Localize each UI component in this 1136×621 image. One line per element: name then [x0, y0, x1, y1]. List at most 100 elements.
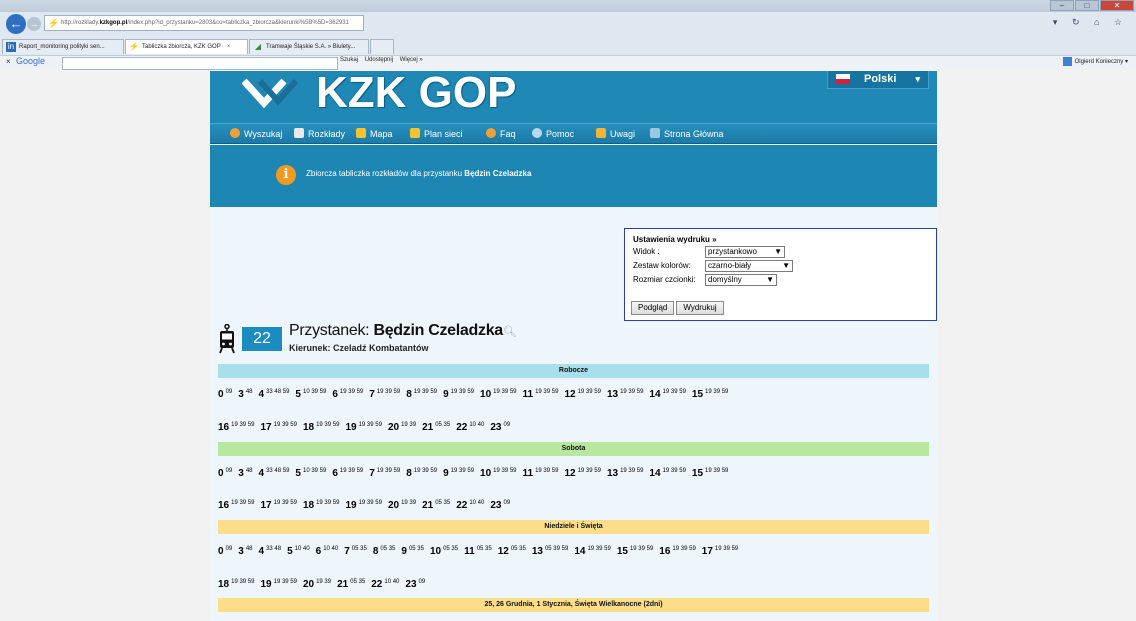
departure-hour: 21 05 35 — [337, 579, 366, 590]
departure-minutes: 19 39 59 — [231, 422, 255, 428]
colors-value: czarno-biały — [708, 261, 752, 270]
colors-select[interactable]: czarno-biały ▼ — [705, 260, 793, 272]
faq-icon — [486, 128, 496, 138]
menu-item-uwagi[interactable]: Uwagi — [596, 128, 635, 139]
info-banner: i Zbiorcza tabliczka rozkładów dla przys… — [210, 145, 937, 207]
departure-hour: 13 19 39 59 — [606, 468, 644, 479]
departure-hour: 6 10 40 — [315, 546, 339, 557]
section-header-sobota: Sobota — [218, 442, 929, 456]
departure-hour: 6 19 39 59 — [332, 468, 364, 479]
departure-minutes: 10 40 — [384, 579, 400, 585]
more-button[interactable]: Więcej » — [400, 57, 423, 63]
departure-minutes: 05 35 — [350, 579, 366, 585]
language-select[interactable]: Polski ▾ — [827, 71, 929, 89]
departure-hour: 19 19 39 59 — [260, 579, 297, 590]
departure-hour: 17 19 39 59 — [701, 546, 739, 557]
departure-minutes: 19 39 59 — [535, 468, 559, 474]
user-account[interactable]: Olgierd Konieczny ▾ — [1062, 57, 1128, 66]
google-search-input[interactable] — [62, 57, 338, 70]
departure-minutes: 19 39 59 — [577, 468, 601, 474]
departure-minutes: 48 — [245, 546, 253, 552]
magnifier-icon[interactable]: 🔍︎ — [503, 326, 517, 338]
departure-minutes: 19 39 59 — [316, 500, 340, 506]
departure-minutes: 05 35 — [435, 500, 451, 506]
font-size-label: Rozmiar czcionki: — [633, 275, 696, 284]
menu-item-faq[interactable]: Faq — [486, 128, 516, 139]
browser-right-icons[interactable]: ▾ ↻ ⌂ ☆ — [1053, 17, 1128, 28]
departure-minutes: 19 39 59 — [587, 546, 611, 552]
address-bar[interactable]: ⚡ http://rozklady.kzkgop.pl/index.php?id… — [44, 15, 364, 31]
print-settings-title[interactable]: Ustawienia wydruku » — [633, 235, 928, 244]
departure-hour: 22 10 40 — [371, 579, 400, 590]
departure-hour: 20 19 39 — [302, 579, 332, 590]
print-button[interactable]: Wydrukuj — [676, 301, 724, 315]
url-path: /index.php?id_przystanku=2803&co=tablicz… — [127, 20, 349, 26]
departure-minutes: 19 39 59 — [316, 422, 340, 428]
departure-hour: 4 33 48 59 — [258, 468, 290, 479]
polish-flag-icon — [836, 74, 850, 84]
stop-direction: Kierunek: Czeladź Kombatantów — [289, 343, 429, 353]
browser-chrome: – □ ✕ ← → ⚡ http://rozklady.kzkgop.pl/in… — [0, 0, 1136, 70]
tab-tramwaje[interactable]: ◢ Tramwaje Śląskie S.A. » Biulety... — [249, 39, 369, 54]
network-plan-icon — [410, 128, 420, 138]
minimize-icon[interactable]: – — [1050, 0, 1074, 11]
menu-item-rozklady[interactable]: Rozkłady — [294, 128, 345, 139]
departure-minutes: 19 39 59 — [339, 468, 364, 474]
departure-minutes: 09 — [503, 500, 511, 506]
departure-hour: 14 19 39 59 — [649, 389, 686, 400]
departure-hour: 13 19 39 59 — [606, 389, 644, 400]
search-button[interactable]: Szukaj — [340, 57, 358, 63]
departure-minutes: 19 39 — [401, 422, 417, 428]
timetable-row: 16 19 39 59 17 19 39 59 18 19 39 59 19 19 39 59… — [218, 417, 929, 433]
departure-hour: 0 09 — [218, 389, 233, 400]
chevron-down-icon: ▾ — [915, 74, 920, 84]
menu-item-strona-glowna[interactable]: Strona Główna — [650, 128, 724, 139]
share-button[interactable]: Udostępnij — [365, 57, 393, 63]
user-name: Olgierd Konieczny — [1074, 59, 1124, 66]
user-avatar-icon — [1062, 57, 1072, 66]
departure-hour: 4 33 48 59 — [258, 389, 290, 400]
departure-minutes: 19 39 59 — [714, 546, 739, 552]
departure-hour: 5 10 39 59 — [295, 468, 327, 479]
tab-tabliczka[interactable]: ⚡ Tabliczka zbiorcza, KZK GOP × — [125, 39, 248, 54]
timetable-icon — [294, 128, 304, 138]
maximize-icon[interactable]: □ — [1075, 0, 1099, 11]
departure-hour: 7 19 39 59 — [369, 389, 401, 400]
menu-item-wyszukaj[interactable]: Wyszukaj — [230, 128, 282, 139]
departure-hour: 17 19 39 59 — [260, 422, 297, 433]
view-select[interactable]: przystankowo ▼ — [705, 246, 785, 258]
menu-item-pomoc[interactable]: Pomoc — [532, 128, 574, 139]
forward-arrow-icon[interactable]: → — [27, 17, 41, 31]
menu-label: Plan sieci — [424, 129, 463, 139]
section-header-holidays: 25, 26 Grudnia, 1 Stycznia, Święta Wielk… — [218, 598, 929, 612]
tab-label: Tabliczka zbiorcza, KZK GOP — [142, 44, 221, 50]
font-size-select[interactable]: domyślny ▼ — [705, 274, 777, 286]
print-buttons: Podgląd Wydrukuj — [631, 297, 726, 315]
departure-hour: 22 10 40 — [456, 422, 485, 433]
tab-close-icon[interactable]: × — [227, 44, 231, 50]
departure-minutes: 19 39 59 — [577, 389, 601, 395]
timetable-row: 16 19 39 59 17 19 39 59 18 19 39 59 19 19 39 59… — [218, 495, 929, 511]
departure-minutes: 10 40 — [469, 500, 485, 506]
departure-hour: 10 05 35 — [429, 546, 459, 557]
site-logo[interactable]: KZK GOP — [316, 71, 516, 118]
back-arrow-icon[interactable]: ← — [6, 14, 26, 34]
google-toolbar: × Google Szukaj Udostępnij Więcej » Olgi… — [0, 55, 1136, 70]
departure-hour: 9 19 39 59 — [443, 389, 475, 400]
print-settings-panel: Ustawienia wydruku » Widok : przystankow… — [624, 228, 937, 321]
menu-item-plan-sieci[interactable]: Plan sieci — [410, 128, 463, 139]
departure-minutes: 05 35 — [443, 546, 459, 552]
close-icon[interactable]: ✕ — [1100, 0, 1134, 11]
toolbar-close-icon[interactable]: × — [6, 57, 11, 66]
departure-hour: 12 19 39 59 — [564, 468, 601, 479]
departure-minutes: 05 35 — [408, 546, 424, 552]
departure-hour: 18 19 39 59 — [302, 422, 340, 433]
preview-button[interactable]: Podgląd — [631, 301, 675, 315]
colors-row: Zestaw kolorów: czarno-biały ▼ — [633, 260, 928, 272]
departure-minutes: 09 — [225, 546, 233, 552]
departure-hour: 0 09 — [218, 546, 233, 557]
new-tab-button[interactable] — [370, 39, 394, 54]
menu-item-mapa[interactable]: Mapa — [356, 128, 393, 139]
tab-raport[interactable]: in Raport_monitoring polityki sen... — [2, 39, 124, 54]
departure-hour: 12 19 39 59 — [564, 389, 601, 400]
